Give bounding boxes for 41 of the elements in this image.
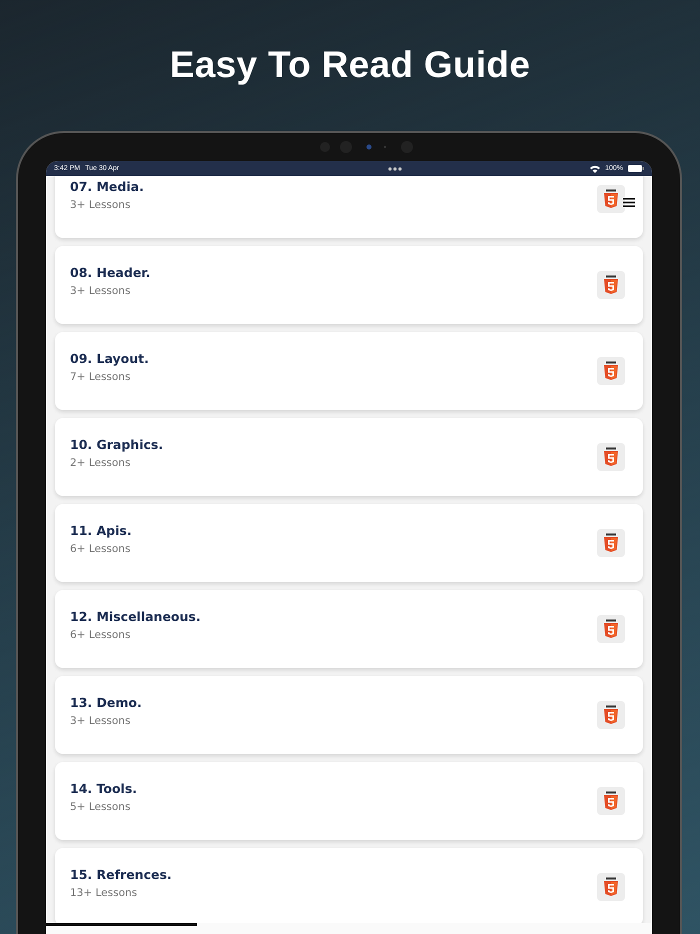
lesson-count: 3+ Lessons — [70, 199, 132, 211]
shield-icon — [597, 271, 625, 299]
lesson-card[interactable]: 08. Header. 3+ Lessons — [55, 246, 643, 324]
lesson-title: 07. Media. — [70, 179, 144, 194]
shield-icon — [597, 443, 625, 471]
lesson-card[interactable]: 13. Demo. 3+ Lessons — [55, 676, 643, 754]
lesson-title: 14. Tools. — [70, 781, 138, 796]
lesson-title: 12. Miscellaneous. — [70, 609, 201, 624]
lesson-title: 08. Header. — [70, 265, 150, 280]
lesson-count: 6+ Lessons — [70, 543, 132, 555]
lesson-title: 09. Layout. — [70, 351, 149, 366]
shield-icon — [597, 787, 625, 815]
shield-icon — [597, 701, 625, 729]
shield-icon — [597, 357, 625, 385]
shield-icon — [597, 185, 625, 213]
lesson-count: 6+ Lessons — [70, 629, 132, 641]
lesson-count: 3+ Lessons — [70, 715, 132, 727]
battery-icon — [628, 165, 644, 172]
shield-icon — [597, 615, 625, 643]
lesson-title: 11. Apis. — [70, 523, 132, 538]
lesson-count: 7+ Lessons — [70, 371, 132, 383]
shield-icon — [597, 529, 625, 557]
lesson-card[interactable]: 10. Graphics. 2+ Lessons — [55, 418, 643, 496]
lesson-count: 13+ Lessons — [70, 887, 138, 899]
more-icon[interactable] — [388, 166, 402, 170]
lesson-title: 10. Graphics. — [70, 437, 164, 452]
wifi-icon — [590, 164, 600, 172]
headline: Easy To Read Guide — [170, 44, 530, 86]
lesson-title: 15. Refrences. — [70, 867, 172, 882]
lesson-card[interactable]: 07. Media. 3+ Lessons — [55, 176, 643, 238]
lesson-count: 2+ Lessons — [70, 457, 132, 469]
lesson-card[interactable]: 14. Tools. 5+ Lessons — [55, 762, 643, 840]
lesson-title: 13. Demo. — [70, 695, 142, 710]
lesson-count: 3+ Lessons — [70, 285, 132, 297]
lesson-card[interactable]: 15. Refrences. 13+ Lessons — [55, 848, 643, 923]
lesson-card[interactable]: 12. Miscellaneous. 6+ Lessons — [55, 590, 643, 668]
shield-icon — [597, 873, 625, 901]
lesson-card[interactable]: 11. Apis. 6+ Lessons — [55, 504, 643, 582]
menu-icon[interactable] — [623, 198, 635, 207]
lesson-count: 5+ Lessons — [70, 801, 132, 813]
lesson-card[interactable]: 09. Layout. 7+ Lessons — [55, 332, 643, 410]
